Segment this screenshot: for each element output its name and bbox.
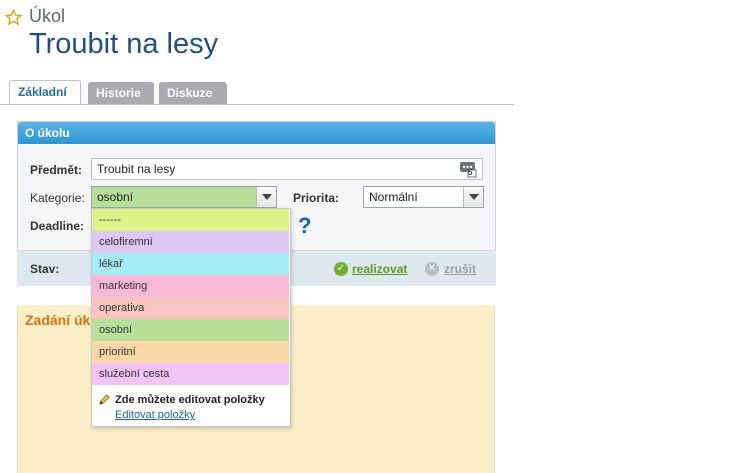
cancel-circle-icon: ✕ bbox=[425, 262, 439, 276]
check-circle-icon: ✓ bbox=[334, 262, 348, 276]
edit-items-link[interactable]: Editovat položky bbox=[115, 409, 195, 421]
page-title: Troubit na lesy bbox=[29, 28, 219, 60]
option-label: osobní bbox=[99, 324, 133, 336]
tab-historie[interactable]: Historie bbox=[88, 82, 154, 104]
option-label: služební cesta bbox=[99, 368, 170, 380]
text-template-badge: 5 bbox=[468, 168, 473, 177]
kategorie-label: Kategorie: bbox=[30, 191, 85, 205]
predmet-label: Předmět: bbox=[30, 163, 83, 177]
dropdown-option[interactable]: marketing bbox=[92, 275, 289, 297]
kategorie-select[interactable]: osobní bbox=[91, 186, 277, 208]
predmet-input[interactable]: Troubit na lesy bbox=[91, 158, 483, 180]
tab-diskuze[interactable]: Diskuze bbox=[159, 82, 227, 104]
help-question-icon[interactable]: ? bbox=[298, 213, 311, 239]
dropdown-option[interactable]: celofiremní bbox=[92, 231, 289, 253]
priorita-label: Priorita: bbox=[293, 191, 340, 205]
deadline-label: Deadline: bbox=[30, 219, 85, 233]
entity-type-label: Úkol bbox=[29, 6, 66, 26]
chevron-down-icon[interactable] bbox=[463, 187, 483, 207]
dropdown-option[interactable]: osobní bbox=[92, 319, 289, 341]
dropdown-option[interactable]: prioritní bbox=[92, 341, 289, 363]
dropdown-option[interactable]: služební cesta bbox=[92, 363, 289, 385]
option-label: lékař bbox=[99, 258, 123, 270]
zrusit-link[interactable]: zrušit bbox=[444, 262, 476, 276]
priorita-select[interactable]: Normální bbox=[363, 186, 484, 208]
dropdown-option[interactable]: ------ bbox=[92, 209, 289, 231]
dropdown-option[interactable]: operativa bbox=[92, 297, 289, 319]
stav-label: Stav: bbox=[30, 262, 60, 276]
option-label: celofiremní bbox=[99, 236, 153, 248]
favorite-star-icon[interactable] bbox=[5, 9, 22, 26]
edit-note: Zde můžete editovat položky bbox=[115, 394, 265, 406]
priorita-value: Normální bbox=[369, 190, 418, 204]
kategorie-value: osobní bbox=[97, 190, 134, 204]
option-label: ------ bbox=[99, 214, 121, 226]
panel-title: O úkolu bbox=[18, 122, 495, 144]
predmet-value: Troubit na lesy bbox=[97, 162, 176, 176]
dropdown-option[interactable]: lékař bbox=[92, 253, 289, 275]
right-background bbox=[514, 0, 750, 473]
pencil-icon bbox=[99, 394, 110, 405]
option-label: marketing bbox=[99, 280, 148, 292]
tab-divider bbox=[0, 104, 514, 105]
option-label: prioritní bbox=[99, 346, 136, 358]
tab-zakladni[interactable]: Základní bbox=[9, 80, 81, 105]
option-label: operativa bbox=[99, 302, 145, 314]
realizovat-link[interactable]: realizovat bbox=[352, 262, 407, 276]
chevron-down-icon[interactable] bbox=[256, 187, 276, 207]
